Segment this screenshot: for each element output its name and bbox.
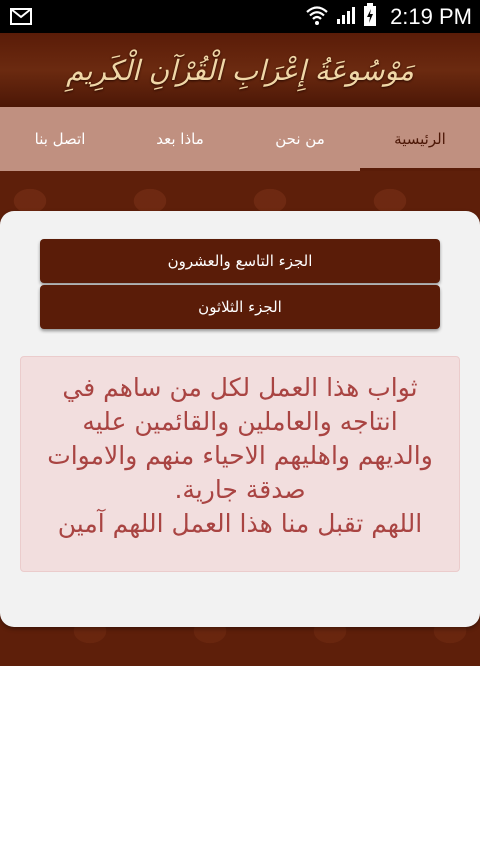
- tab-label: ماذا بعد: [156, 130, 204, 148]
- part-29-label: الجزء التاسع والعشرون: [167, 252, 313, 270]
- tab-about-us[interactable]: من نحن: [240, 107, 360, 171]
- tab-home[interactable]: الرئيسية: [360, 107, 480, 171]
- app-title: مَوْسُوعَةُ إِعْرَابِ الْقُرْآنِ الْكَرِ…: [66, 53, 414, 87]
- content-card: الجزء التاسع والعشرون الجزء الثلاثون ثوا…: [0, 211, 480, 627]
- dedication-message: ثواب هذا العمل لكل من ساهم في انتاجه وال…: [20, 356, 460, 572]
- signal-icon: [336, 5, 356, 29]
- part-30-button[interactable]: الجزء الثلاثون: [40, 285, 440, 329]
- status-time: 2:19 PM: [390, 3, 472, 29]
- tab-label: اتصل بنا: [34, 130, 86, 148]
- empty-area: [0, 666, 480, 854]
- app-header: مَوْسُوعَةُ إِعْرَابِ الْقُرْآنِ الْكَرِ…: [0, 33, 480, 107]
- tab-label: من نحن: [275, 130, 325, 148]
- wifi-icon: [305, 4, 329, 30]
- gmail-icon: [10, 8, 32, 29]
- part-29-button[interactable]: الجزء التاسع والعشرون: [40, 239, 440, 283]
- part-30-label: الجزء الثلاثون: [198, 298, 282, 316]
- battery-charging-icon: [363, 2, 377, 31]
- tab-contact-us[interactable]: اتصل بنا: [0, 107, 120, 171]
- tab-label: الرئيسية: [394, 130, 446, 148]
- tab-what-next[interactable]: ماذا بعد: [120, 107, 240, 171]
- tab-bar: الرئيسية من نحن ماذا بعد اتصل بنا: [0, 107, 480, 171]
- status-bar: 2:19 PM: [0, 0, 480, 33]
